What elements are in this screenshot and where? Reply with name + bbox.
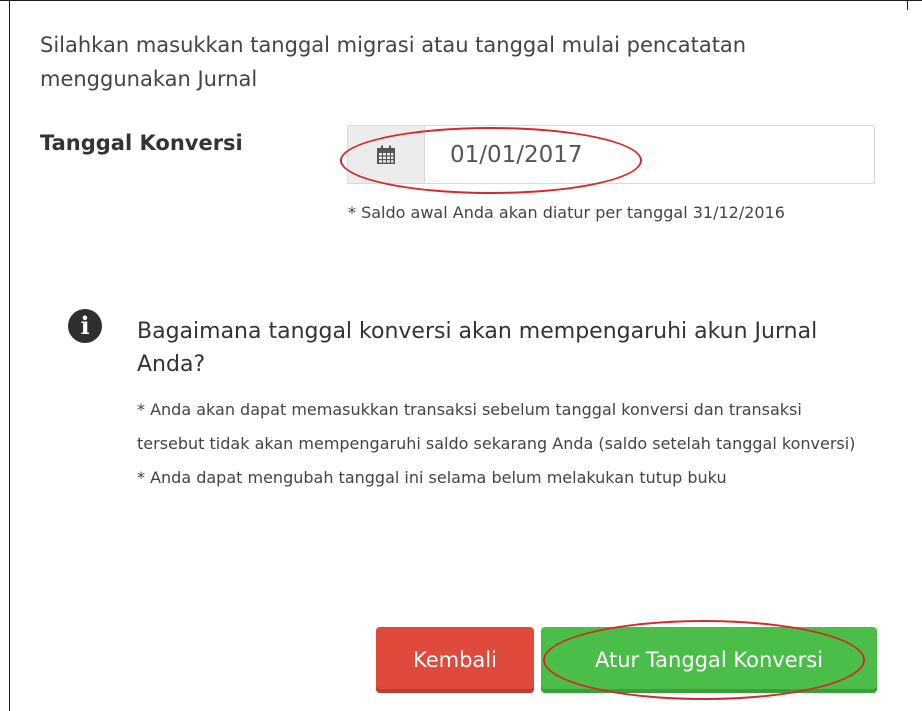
info-notes: * Anda akan dapat memasukkan transaksi s…	[137, 393, 857, 495]
calendar-addon[interactable]	[348, 126, 425, 183]
conversion-date-label: Tanggal Konversi	[40, 131, 243, 155]
opening-balance-hint: * Saldo awal Anda akan diatur per tangga…	[348, 203, 785, 222]
left-border-line	[9, 0, 10, 711]
top-border-line	[0, 0, 922, 1]
set-conversion-date-button[interactable]: Atur Tanggal Konversi	[541, 627, 877, 693]
back-button[interactable]: Kembali	[376, 627, 534, 693]
info-note: * Anda akan dapat memasukkan transaksi s…	[137, 400, 856, 453]
conversion-date-field[interactable]	[347, 125, 875, 184]
right-border-line	[907, 0, 908, 10]
info-title: Bagaimana tanggal konversi akan mempenga…	[137, 319, 818, 377]
calendar-icon	[377, 145, 395, 164]
intro-text: Silahkan masukkan tanggal migrasi atau t…	[40, 33, 747, 91]
info-circle-icon: i	[68, 309, 102, 343]
info-note: * Anda dapat mengubah tanggal ini selama…	[137, 468, 727, 487]
conversion-date-input[interactable]	[425, 126, 874, 183]
